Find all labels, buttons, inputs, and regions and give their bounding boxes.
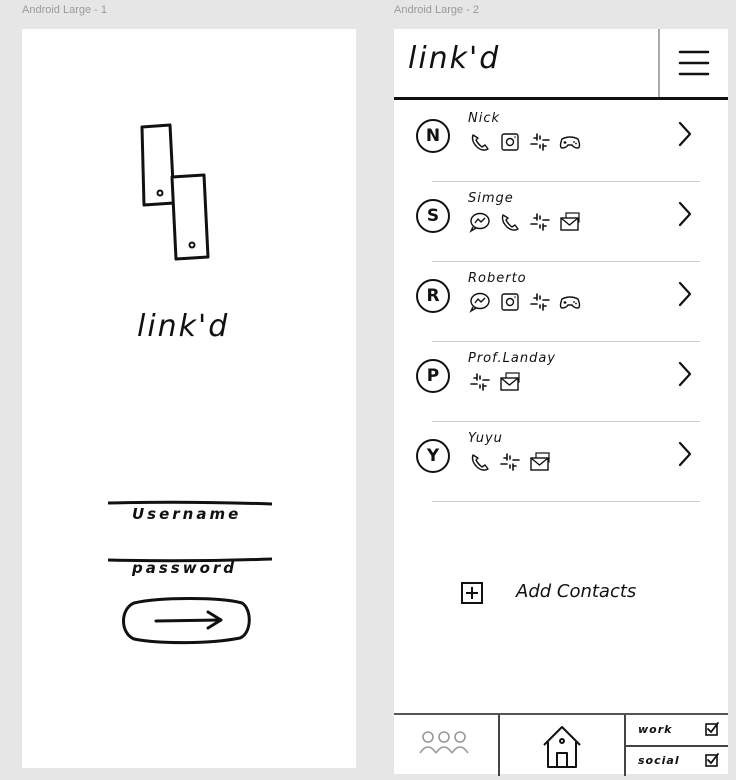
contact-channel-icons (468, 211, 582, 235)
contact-avatar: R (416, 279, 450, 313)
filter-label: work (638, 723, 673, 736)
phone-icon (501, 214, 519, 231)
username-field[interactable] (106, 499, 276, 507)
messenger-icon (469, 292, 490, 313)
add-contacts-button[interactable]: Add Contacts (460, 579, 660, 609)
tab-people[interactable] (394, 715, 498, 776)
email-icon (560, 212, 580, 231)
contact-name: Nick (468, 111, 501, 126)
contact-name: Yuyu (468, 431, 503, 446)
hamburger-menu-icon (678, 50, 710, 76)
menu-button[interactable] (660, 29, 728, 97)
arrow-right-icon (154, 610, 223, 630)
phone-icon (471, 454, 489, 471)
email-icon (500, 372, 520, 391)
people-icon (419, 731, 469, 754)
bottom-nav: work social (394, 713, 728, 776)
row-divider (432, 501, 700, 502)
chevron-right-icon (678, 121, 692, 147)
contact-row[interactable]: N Nick (394, 101, 728, 183)
contact-channel-icons (468, 131, 582, 155)
frame-label-contacts: Android Large - 2 (394, 4, 479, 16)
chevron-right-icon (678, 441, 692, 467)
app-brand: link'd (408, 41, 501, 76)
frame-label-login: Android Large - 1 (22, 4, 107, 16)
contact-name: Prof.Landay (468, 351, 556, 366)
tab-home[interactable] (500, 715, 624, 776)
filter-social[interactable]: social (626, 746, 728, 776)
contact-row[interactable]: S Simge (394, 181, 728, 263)
instagram-icon (501, 133, 519, 151)
contacts-screen: link'd N Nick S Simge R Roberto P Prof.Landay Y Y… (394, 29, 728, 776)
add-contacts-label: Add Contacts (516, 581, 637, 602)
contact-channel-icons (468, 291, 582, 315)
filter-label: social (638, 754, 680, 767)
slack-icon (530, 293, 550, 311)
chevron-right-icon (678, 281, 692, 307)
contact-channel-icons (468, 371, 522, 395)
slack-icon (500, 453, 520, 471)
app-header: link'd (394, 29, 728, 100)
slack-icon (530, 133, 550, 151)
contact-avatar: Y (416, 439, 450, 473)
contact-row[interactable]: R Roberto (394, 261, 728, 343)
chevron-right-icon (678, 201, 692, 227)
gamepad-icon (559, 136, 581, 149)
contact-name: Simge (468, 191, 514, 206)
app-brand: link'd (137, 309, 230, 344)
contact-avatar: N (416, 119, 450, 153)
contact-avatar: P (416, 359, 450, 393)
home-icon (543, 726, 581, 768)
gamepad-icon (559, 296, 581, 309)
slack-icon (530, 213, 550, 231)
app-logo-icon (140, 123, 210, 261)
contact-channel-icons (468, 451, 552, 475)
filter-work[interactable]: work (626, 715, 728, 745)
messenger-icon (469, 212, 490, 233)
contact-name: Roberto (468, 271, 527, 286)
password-field[interactable] (106, 556, 276, 564)
phone-icon (471, 134, 489, 151)
login-screen: link'd Username password (22, 29, 356, 768)
checkbox-checked-icon (705, 722, 719, 736)
username-label: Username (132, 505, 242, 523)
plus-box-icon (461, 582, 483, 604)
instagram-icon (501, 293, 519, 311)
email-icon (530, 452, 550, 471)
chevron-right-icon (678, 361, 692, 387)
contact-avatar: S (416, 199, 450, 233)
login-submit-button[interactable] (120, 595, 252, 645)
slack-icon (470, 373, 490, 391)
checkbox-checked-icon (705, 753, 719, 767)
contact-row[interactable]: P Prof.Landay (394, 341, 728, 423)
contact-row[interactable]: Y Yuyu (394, 421, 728, 503)
